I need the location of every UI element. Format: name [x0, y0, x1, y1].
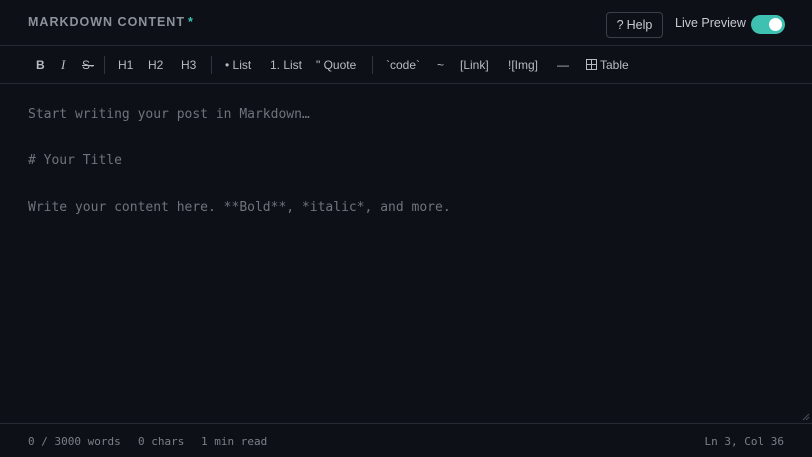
toolbar-divider: [211, 56, 212, 74]
grid-icon: [586, 59, 597, 70]
h3-button[interactable]: H3: [181, 57, 196, 73]
code-block-button[interactable]: ~: [437, 57, 444, 73]
image-button[interactable]: ![Img]: [508, 57, 538, 73]
help-icon: ?: [616, 18, 624, 32]
link-button[interactable]: [Link]: [460, 57, 489, 73]
toolbar-divider: [372, 56, 373, 74]
live-preview-label: Live Preview: [675, 16, 746, 30]
word-count: 0 / 3000 words: [28, 435, 121, 448]
quote-button[interactable]: " Quote: [316, 57, 356, 73]
placeholder-line: # Your Title: [28, 153, 122, 168]
markdown-editor: MARKDOWN CONTENT * ? Help Live Preview B …: [0, 0, 812, 457]
cursor-position: Ln 3, Col 36: [704, 435, 784, 448]
required-marker: *: [187, 15, 194, 29]
inline-code-button[interactable]: `code`: [386, 57, 420, 73]
formatting-toolbar: B I S- H1 H2 H3 • List 1. List " Quote `…: [0, 46, 812, 84]
help-label: Help: [626, 18, 653, 32]
bold-button[interactable]: B: [36, 57, 45, 73]
help-button[interactable]: ? Help: [606, 12, 663, 38]
status-bar: 0 / 3000 words 0 chars 1 min read Ln 3, …: [0, 424, 812, 457]
editor-header: MARKDOWN CONTENT * ? Help Live Preview: [0, 0, 812, 46]
resize-handle-icon[interactable]: [802, 413, 810, 421]
read-time: 1 min read: [201, 435, 268, 448]
italic-button[interactable]: I: [61, 57, 65, 73]
h1-button[interactable]: H1: [118, 57, 133, 73]
numbered-list-button[interactable]: 1. List: [270, 57, 302, 73]
h2-button[interactable]: H2: [148, 57, 163, 73]
horizontal-rule-button[interactable]: —: [557, 57, 569, 73]
strikethrough-button[interactable]: S-: [82, 57, 94, 73]
placeholder-line: Start writing your post in Markdown…: [28, 107, 310, 122]
section-title-text: MARKDOWN CONTENT: [28, 15, 185, 29]
bullet-list-button[interactable]: • List: [225, 57, 251, 73]
placeholder-line: Write your content here. **Bold**, *ital…: [28, 200, 451, 215]
markdown-textarea[interactable]: Start writing your post in Markdown… # Y…: [0, 84, 812, 424]
char-count: 0 chars: [138, 435, 185, 448]
table-button[interactable]: Table: [586, 57, 629, 73]
section-title: MARKDOWN CONTENT *: [28, 15, 194, 29]
table-label: Table: [600, 58, 629, 72]
live-preview-toggle[interactable]: [751, 15, 785, 34]
toggle-knob: [769, 18, 782, 31]
toolbar-divider: [104, 56, 105, 74]
